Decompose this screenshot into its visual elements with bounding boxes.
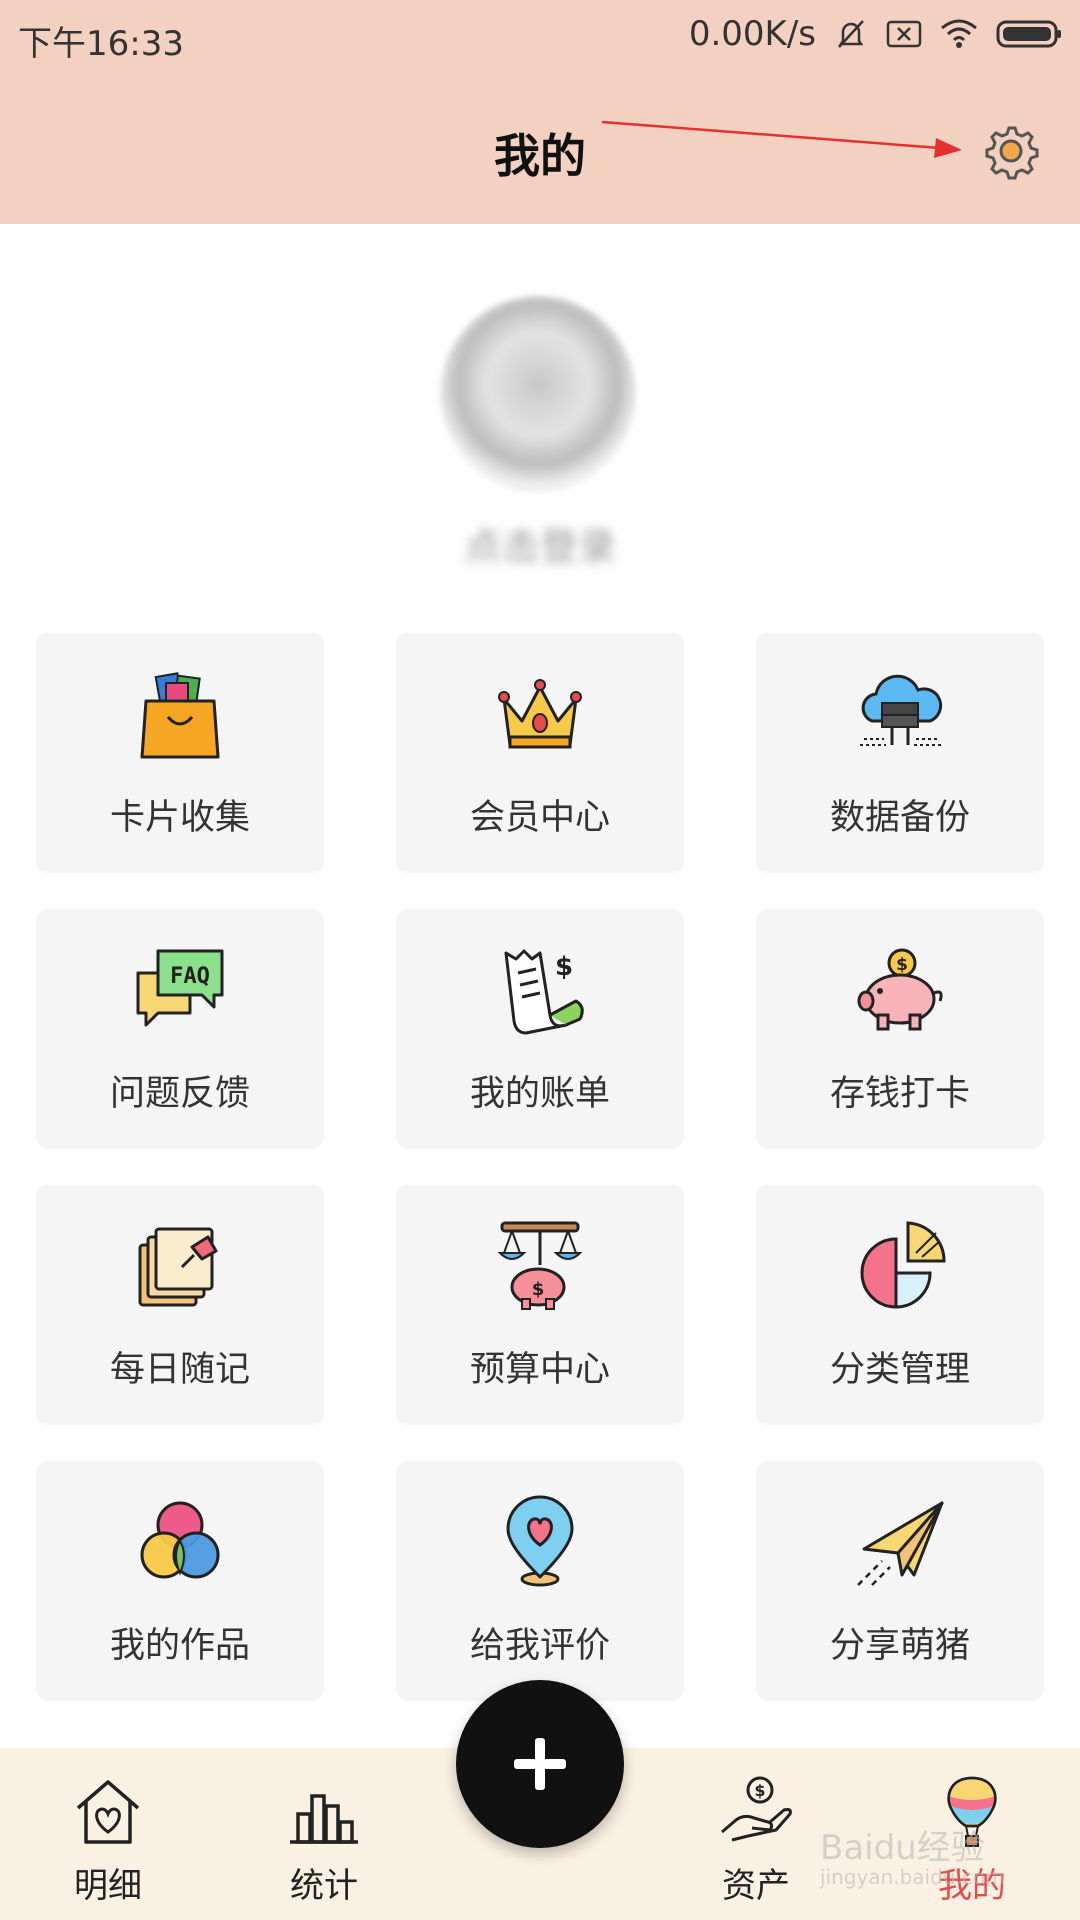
tile-label: 给我评价 xyxy=(469,1626,610,1666)
tile-label: 我的账单 xyxy=(469,1074,610,1114)
nav-details[interactable]: 明细 xyxy=(38,1774,178,1907)
tile-label: 存钱打卡 xyxy=(829,1074,970,1114)
heart-pin-icon xyxy=(506,1495,574,1587)
status-time: 下午16:33 xyxy=(18,24,184,64)
color-circles-icon xyxy=(140,1501,220,1579)
battery-icon xyxy=(996,20,1061,48)
login-link[interactable]: 点击登录 xyxy=(0,516,1080,571)
svg-text:$: $ xyxy=(754,1781,765,1800)
sim-off-icon xyxy=(886,20,922,48)
nav-statistics[interactable]: 统计 xyxy=(254,1774,394,1907)
mute-bell-icon xyxy=(838,20,864,48)
tile-label: 我的作品 xyxy=(109,1626,250,1666)
tile-card-collection[interactable]: 卡片收集 xyxy=(36,633,324,873)
hand-coin-icon: $ xyxy=(721,1776,792,1842)
feature-grid: 卡片收集 会员中心 数据备份 FAQ 问题反馈 $ 我的账单 $ 存钱打卡 每日… xyxy=(36,633,1044,1701)
tile-feedback[interactable]: FAQ 问题反馈 xyxy=(36,909,324,1149)
tile-share-pig[interactable]: 分享萌猪 xyxy=(756,1461,1044,1701)
shopping-bag-cards-icon xyxy=(140,672,220,759)
watermark-text: Baidu经验 xyxy=(820,1828,985,1868)
wifi-icon xyxy=(941,19,977,48)
profile-section: 点击登录 xyxy=(0,224,1080,594)
tile-category-management[interactable]: 分类管理 xyxy=(756,1185,1044,1425)
tile-data-backup[interactable]: 数据备份 xyxy=(756,633,1044,873)
tile-rate-me[interactable]: 给我评价 xyxy=(396,1461,684,1701)
watermark-sub: jingyan.baidu.com xyxy=(820,1865,1005,1889)
gear-icon xyxy=(985,126,1039,180)
tile-label: 会员中心 xyxy=(469,798,610,838)
tile-budget-center[interactable]: $ 预算中心 xyxy=(396,1185,684,1425)
nav-label: 明细 xyxy=(74,1866,142,1906)
tile-label: 预算中心 xyxy=(469,1350,610,1390)
settings-button[interactable] xyxy=(980,120,1042,182)
scale-piggy-icon: $ xyxy=(497,1221,583,1310)
tile-my-works[interactable]: 我的作品 xyxy=(36,1461,324,1701)
svg-text:$: $ xyxy=(555,952,573,982)
tile-label: 分类管理 xyxy=(829,1350,970,1390)
svg-text:$: $ xyxy=(532,1279,545,1300)
add-button[interactable] xyxy=(456,1680,624,1848)
pie-chart-icon xyxy=(860,1221,946,1309)
nav-label: 资产 xyxy=(722,1866,790,1906)
cloud-server-icon xyxy=(860,674,943,746)
tile-label: 分享萌猪 xyxy=(829,1626,970,1666)
annotation-arrow xyxy=(601,120,962,158)
notes-pin-icon xyxy=(138,1227,218,1307)
paper-plane-icon xyxy=(857,1501,944,1586)
tile-daily-notes[interactable]: 每日随记 xyxy=(36,1185,324,1425)
watermark: Baidu经验 jingyan.baidu.com xyxy=(820,1820,1005,1889)
svg-text:FAQ: FAQ xyxy=(170,964,210,989)
tile-label: 数据备份 xyxy=(829,798,970,838)
crown-icon xyxy=(498,679,582,749)
heart-house-icon xyxy=(76,1780,140,1844)
receipt-dollar-icon: $ xyxy=(504,949,584,1035)
tile-label: 卡片收集 xyxy=(109,798,250,838)
status-indicators: 0.00K/s xyxy=(689,14,1062,54)
status-bar: 下午16:33 0.00K/s xyxy=(0,0,1080,76)
avatar[interactable] xyxy=(440,296,636,492)
nav-label: 统计 xyxy=(290,1866,358,1906)
piggy-bank-icon: $ xyxy=(857,948,943,1031)
tile-my-bills[interactable]: $ 我的账单 xyxy=(396,909,684,1149)
tile-vip-center[interactable]: 会员中心 xyxy=(396,633,684,873)
plus-icon xyxy=(514,1738,566,1790)
tile-label: 问题反馈 xyxy=(109,1074,250,1114)
bar-chart-icon xyxy=(290,1794,358,1844)
nav-assets[interactable]: $ 资产 xyxy=(686,1774,826,1907)
svg-text:$: $ xyxy=(896,955,908,975)
faq-chat-icon: FAQ xyxy=(136,949,224,1027)
tile-savings-checkin[interactable]: $ 存钱打卡 xyxy=(756,909,1044,1149)
network-speed: 0.00K/s xyxy=(688,14,816,54)
tile-label: 每日随记 xyxy=(109,1350,250,1390)
